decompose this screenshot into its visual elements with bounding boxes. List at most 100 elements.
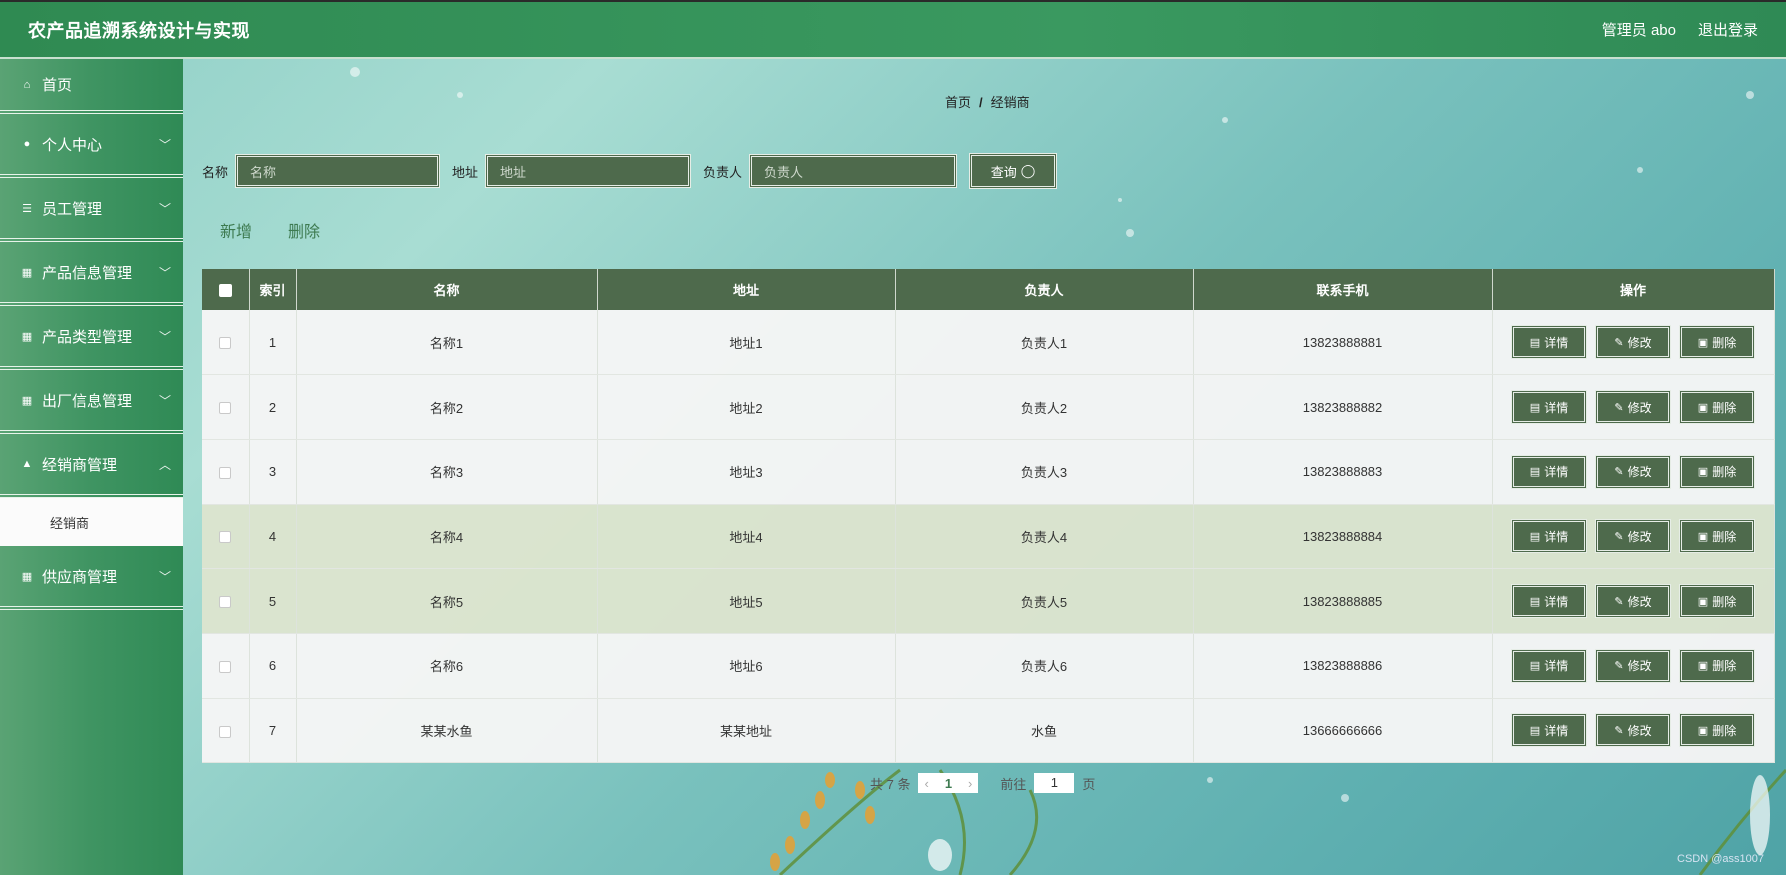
sidebar-item-home[interactable]: ⌂ 首页 [0,59,183,114]
row-checkbox[interactable] [219,402,232,415]
sidebar-item-supplier[interactable]: ▦ 供应商管理 ﹀ [0,546,183,610]
sidebar-item-product-info[interactable]: ▦ 产品信息管理 ﹀ [0,242,183,306]
table-row[interactable]: 6 名称6 地址6 负责人6 13823888886 ▤ 详情 ✎ 修改 ▣ 删除 [202,633,1775,699]
goto-page-input[interactable]: 1 [1034,773,1075,793]
select-all-header[interactable] [202,269,250,310]
delete-button[interactable]: ▣ 删除 [1679,325,1755,360]
row-checkbox[interactable] [219,337,232,350]
detail-button[interactable]: ▤ 详情 [1511,325,1587,360]
row-select[interactable] [202,633,250,699]
row-checkbox[interactable] [219,596,232,609]
cell-index: 5 [249,568,297,634]
detail-button[interactable]: ▤ 详情 [1511,454,1587,489]
delete-button[interactable]: ▣ 删除 [1679,713,1755,748]
chevron-down-icon: ﹀ [158,137,171,152]
row-checkbox[interactable] [219,531,232,544]
batch-delete-button[interactable]: 删除 [288,218,320,242]
next-page-icon[interactable]: › [968,776,972,791]
cell-phone: 13823888884 [1193,504,1493,570]
table-row[interactable]: 5 名称5 地址5 负责人5 13823888885 ▤ 详情 ✎ 修改 ▣ 删除 [202,568,1775,634]
column-header: 联系手机 [1193,269,1493,310]
name-input[interactable]: 名称 [235,154,441,188]
prev-page-icon[interactable]: ‹ [924,776,928,791]
goto-label: 前往 [1000,776,1027,792]
detail-button[interactable]: ▤ 详情 [1511,648,1587,683]
address-input[interactable]: 地址 [485,154,692,188]
row-select[interactable] [202,504,250,570]
cell-operations: ▤ 详情 ✎ 修改 ▣ 删除 [1492,310,1775,376]
add-button[interactable]: 新增 [220,218,252,242]
cell-index: 2 [249,374,297,440]
user-area: 管理员 abo 退出登录 [1602,19,1758,40]
edit-button[interactable]: ✎ 修改 [1595,519,1671,554]
delete-button[interactable]: ▣ 删除 [1679,454,1755,489]
edit-button[interactable]: ✎ 修改 [1595,648,1671,683]
edit-button[interactable]: ✎ 修改 [1595,390,1671,425]
query-button[interactable]: 查询 ◯ [969,153,1058,189]
document-icon: ▤ [1529,660,1541,673]
edit-label: 修改 [1627,723,1652,738]
edit-button[interactable]: ✎ 修改 [1595,584,1671,619]
detail-button[interactable]: ▤ 详情 [1511,390,1587,425]
cell-address: 地址1 [597,310,896,376]
edit-button[interactable]: ✎ 修改 [1595,454,1671,489]
edit-button[interactable]: ✎ 修改 [1595,325,1671,360]
sidebar-item-dealer[interactable]: ▲ 经销商管理 ︿ [0,434,183,498]
delete-label: 删除 [1712,400,1737,415]
edit-label: 修改 [1627,465,1652,480]
row-select[interactable] [202,568,250,634]
cell-phone: 13823888883 [1193,439,1493,505]
row-select[interactable] [202,439,250,505]
detail-button[interactable]: ▤ 详情 [1511,584,1587,619]
sidebar-item-personal[interactable]: ● 个人中心 ﹀ [0,114,183,178]
edit-button[interactable]: ✎ 修改 [1595,713,1671,748]
trash-icon: ▣ [1697,530,1709,543]
row-checkbox[interactable] [219,725,232,738]
delete-button[interactable]: ▣ 删除 [1679,648,1755,683]
row-select[interactable] [202,374,250,440]
cell-person: 负责人3 [895,439,1194,505]
column-header: 操作 [1492,269,1775,310]
row-select[interactable] [202,310,250,376]
delete-button[interactable]: ▣ 删除 [1679,390,1755,425]
submenu-item-dealer[interactable]: 经销商 [0,498,183,546]
row-checkbox[interactable] [219,466,232,479]
detail-button[interactable]: ▤ 详情 [1511,519,1587,554]
document-icon: ▤ [1529,401,1541,414]
detail-button[interactable]: ▤ 详情 [1511,713,1587,748]
table-row[interactable]: 2 名称2 地址2 负责人2 13823888882 ▤ 详情 ✎ 修改 ▣ 删除 [202,374,1775,440]
edit-label: 修改 [1627,335,1652,350]
action-bar: 新增 删除 [220,218,320,242]
pencil-icon: ✎ [1614,724,1624,737]
admin-user-label[interactable]: 管理员 abo [1602,19,1676,40]
cell-address: 地址2 [597,374,896,440]
edit-label: 修改 [1627,529,1652,544]
cell-name: 名称2 [296,374,598,440]
table-row[interactable]: 4 名称4 地址4 负责人4 13823888884 ▤ 详情 ✎ 修改 ▣ 删除 [202,504,1775,570]
chevron-up-icon: ︿ [158,457,171,472]
delete-button[interactable]: ▣ 删除 [1679,519,1755,554]
column-header: 名称 [296,269,598,310]
table-row[interactable]: 3 名称3 地址3 负责人3 13823888883 ▤ 详情 ✎ 修改 ▣ 删除 [202,439,1775,505]
current-page[interactable]: 1 [945,776,952,791]
logout-button[interactable]: 退出登录 [1698,19,1758,40]
select-all-checkbox[interactable] [218,284,232,298]
edit-label: 修改 [1627,659,1652,674]
cell-name: 名称1 [296,310,598,376]
sidebar-item-product-type[interactable]: ▦ 产品类型管理 ﹀ [0,306,183,370]
sidebar-item-staff[interactable]: ☰ 员工管理 ﹀ [0,178,183,242]
row-select[interactable] [202,698,250,764]
table-row[interactable]: 7 某某水鱼 某某地址 水鱼 13666666666 ▤ 详情 ✎ 修改 ▣ 删除 [202,698,1775,764]
person-input[interactable]: 负责人 [749,154,958,188]
sidebar-item-factory[interactable]: ▦ 出厂信息管理 ﹀ [0,370,183,434]
chevron-down-icon: ﹀ [158,569,171,584]
breadcrumb-home[interactable]: 首页 [945,95,971,110]
cell-operations: ▤ 详情 ✎ 修改 ▣ 删除 [1492,698,1775,764]
delete-button[interactable]: ▣ 删除 [1679,584,1755,619]
name-label: 名称 [202,164,229,180]
row-checkbox[interactable] [219,660,232,673]
table-row[interactable]: 1 名称1 地址1 负责人1 13823888881 ▤ 详情 ✎ 修改 ▣ 删除 [202,310,1775,376]
cell-index: 4 [249,504,297,570]
cell-index: 3 [249,439,297,505]
cell-address: 地址5 [597,568,896,634]
